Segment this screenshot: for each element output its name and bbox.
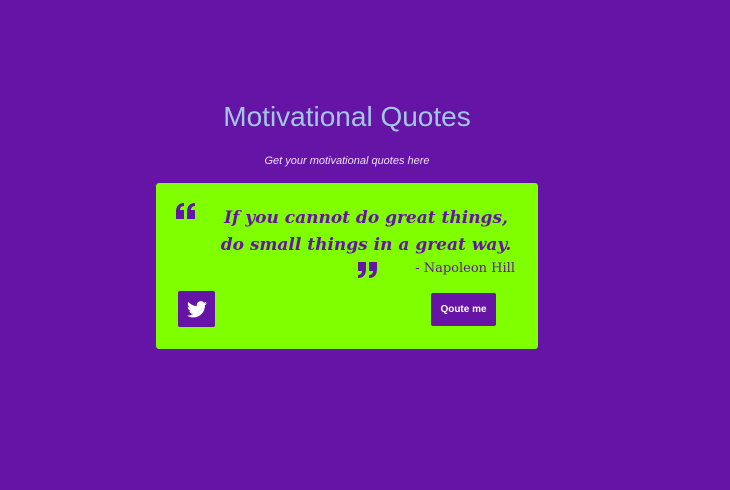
page-title: Motivational Quotes <box>223 101 471 132</box>
tweet-button[interactable] <box>178 291 215 327</box>
twitter-icon <box>186 300 207 317</box>
quote-close-icon <box>358 262 377 278</box>
quote-author: - Napoleon Hill <box>415 261 515 276</box>
quote-open-icon <box>176 203 195 219</box>
quote-text: If you cannot do great things, do small … <box>220 208 512 255</box>
page-subtitle: Get your motivational quotes here <box>264 155 430 167</box>
quote-card: If you cannot do great things, do small … <box>156 183 538 349</box>
new-quote-button[interactable]: Qoute me <box>431 293 496 326</box>
